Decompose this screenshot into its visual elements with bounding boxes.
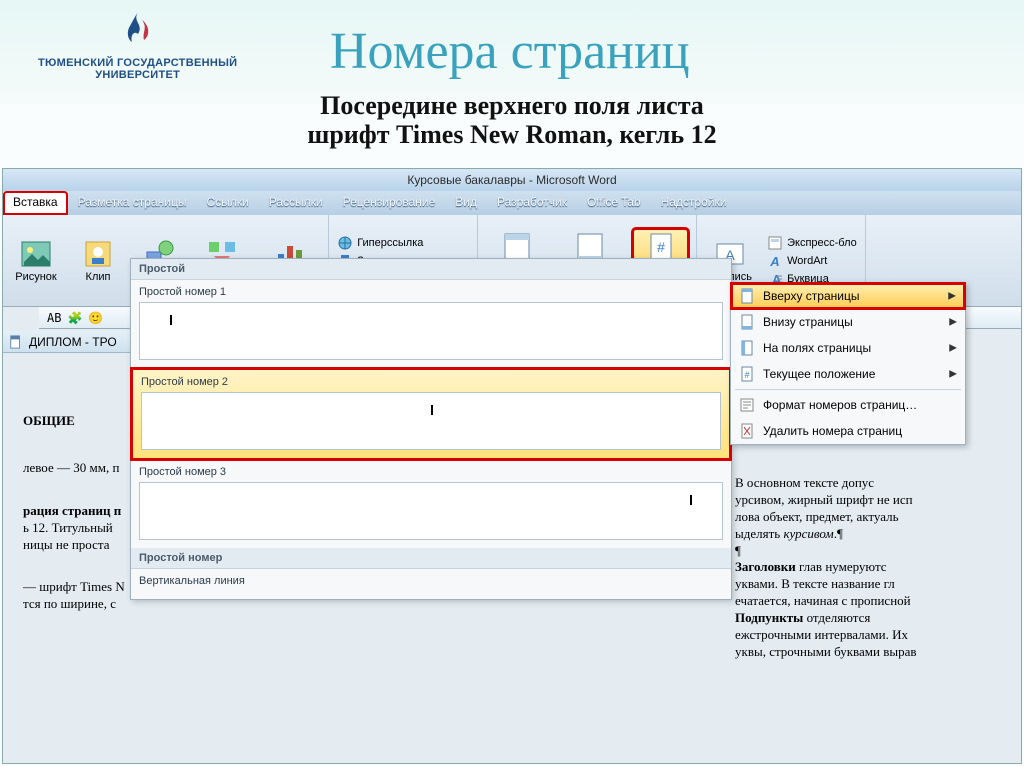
clip-button[interactable]: Клип [73,236,123,286]
delete-icon [739,423,755,439]
menu-page-margins[interactable]: На полях страницы▶ [731,335,965,361]
tab-dev[interactable]: Разработчик [487,191,577,215]
globe-icon [337,235,353,251]
format-icon [739,397,755,413]
tab-layout[interactable]: Разметка страницы [68,191,197,215]
wordart-icon: A [767,253,783,269]
menu-current-position[interactable]: # Текущее положение▶ [731,361,965,387]
gallery-item-4[interactable]: Вертикальная линия [131,569,731,599]
tab-mail[interactable]: Рассылки [259,191,333,215]
university-logo: ТЮМЕНСКИЙ ГОСУДАРСТВЕННЫЙ УНИВЕРСИТЕТ [38,10,237,81]
page-current-icon: # [739,366,755,382]
menu-delete-numbers[interactable]: Удалить номера страниц [731,418,965,444]
page-number-menu[interactable]: Вверху страницы▶ Внизу страницы▶ На поля… [730,282,966,445]
doc-body-right: В основном тексте допус урсивом, жирный … [735,475,1015,661]
svg-text:A: A [769,254,779,269]
tab-addins[interactable]: Надстройки [651,191,737,215]
page-number-gallery[interactable]: Простой Простой номер 1 Простой номер 2 … [130,258,732,600]
hyperlink-button[interactable]: Гиперссылка [337,235,469,251]
menu-format-numbers[interactable]: Формат номеров страниц… [731,392,965,418]
gallery-item-1[interactable]: Простой номер 1 [131,280,731,368]
svg-text:#: # [657,239,665,255]
picture-button[interactable]: Рисунок [11,236,61,286]
picture-icon [20,238,52,270]
gallery-header-simple2: Простой номер [131,548,731,569]
gallery-item-3[interactable]: Простой номер 3 [131,460,731,548]
tab-view[interactable]: Вид [445,191,487,215]
page-top-icon [739,288,755,304]
doc-icon [9,335,23,349]
ribbon-tabs: Вставка Разметка страницы Ссылки Рассылк… [3,191,1021,215]
clip-icon [82,238,114,270]
logo-line1: ТЮМЕНСКИЙ ГОСУДАРСТВЕННЫЙ [38,57,237,69]
gallery-item-2[interactable]: Простой номер 2 [131,368,731,460]
tab-links[interactable]: Ссылки [196,191,258,215]
menu-top-of-page[interactable]: Вверху страницы▶ [731,283,965,309]
page-margins-icon [739,340,755,356]
gallery-header-simple: Простой [131,259,731,280]
slide-title: Номера страниц [330,22,690,81]
tab-officetab[interactable]: Office Tab [577,191,651,215]
tab-insert[interactable]: Вставка [3,191,68,215]
svg-text:#: # [744,370,749,380]
word-titlebar: Курсовые бакалавры - Microsoft Word [3,169,1021,191]
tab-review[interactable]: Рецензирование [333,191,446,215]
wordart-button[interactable]: A WordArt [767,253,857,269]
express-icon [767,235,783,251]
slide-subtitle: Посередине верхнего поля листа шрифт Tim… [192,92,832,149]
logo-line2: УНИВЕРСИТЕТ [38,69,237,81]
express-button[interactable]: Экспресс-бло [767,235,857,251]
menu-bottom-of-page[interactable]: Внизу страницы▶ [731,309,965,335]
page-bottom-icon [739,314,755,330]
